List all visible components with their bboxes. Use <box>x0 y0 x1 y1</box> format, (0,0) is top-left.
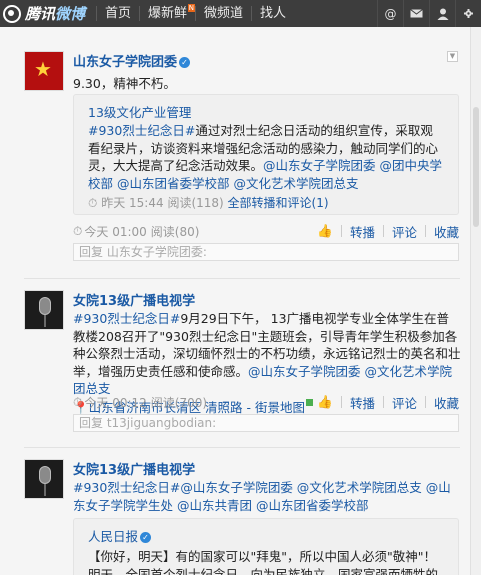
nav-home[interactable]: 首页 <box>97 0 139 27</box>
like-icon[interactable]: 👍 <box>309 223 341 239</box>
reply-input[interactable]: 回复 山东女子学院团委: <box>73 243 459 261</box>
post-time: 今天 00:12 <box>84 395 147 410</box>
nav-hot-new[interactable]: 爆新鲜 N <box>140 0 196 27</box>
repost-button[interactable]: 转播 <box>342 222 383 241</box>
avatar[interactable] <box>24 459 64 499</box>
tencent-weibo-logo[interactable]: 腾讯微博 <box>0 0 96 27</box>
post-text: 9.30，精神不朽。 <box>73 76 176 91</box>
new-badge: N <box>187 4 196 12</box>
all-reposts-link[interactable]: 全部转播和评论(1) <box>228 196 329 210</box>
repost-box: 人民日报 ✓ 【你好，明天】有的国家可以"拜鬼"，所以中国人必须"敬神"！明天，全… <box>73 518 459 575</box>
like-icon[interactable]: 👍 <box>309 394 341 410</box>
repost-author[interactable]: 人民日报 <box>88 529 138 544</box>
mail-icon[interactable] <box>403 0 429 27</box>
logo-text-weibo: 微博 <box>55 5 86 23</box>
hashtag-link[interactable]: #930烈士纪念日# <box>73 311 180 326</box>
timeline: ▼ 山东女子学院团委✓ 9.30，精神不朽。 13级文化产业管理 #930烈士纪… <box>0 27 470 575</box>
repost-read-count: 阅读(118) <box>167 196 224 210</box>
author-name[interactable]: 山东女子学院团委 <box>73 55 177 70</box>
favorite-button[interactable]: 收藏 <box>426 393 459 412</box>
top-navigation-bar: 腾讯微博 首页 爆新鲜 N 微频道 找人 @ <box>0 0 481 27</box>
user-icon[interactable] <box>429 0 455 27</box>
logo-text-tencent: 腾讯 <box>25 5 56 23</box>
verified-icon: ✓ <box>140 532 152 543</box>
comment-button[interactable]: 评论 <box>384 222 425 241</box>
author-name[interactable]: 女院13级广播电视学 <box>73 294 195 309</box>
settings-icon[interactable] <box>455 0 481 27</box>
nav-channels[interactable]: 微频道 <box>196 0 251 27</box>
repost-box: 13级文化产业管理 #930烈士纪念日#通过对烈士纪念日活动的组织宣传，采取观看… <box>73 94 459 215</box>
read-count: 阅读(80) <box>150 224 200 239</box>
hashtag-link[interactable]: #930烈士纪念日# <box>88 123 195 138</box>
clock-icon: ⏱ <box>88 196 98 210</box>
post-time: 今天 01:00 <box>84 224 147 239</box>
post-divider <box>24 447 460 448</box>
main-nav: 首页 爆新鲜 N 微频道 找人 <box>96 0 294 27</box>
favorite-button[interactable]: 收藏 <box>426 222 459 241</box>
post-actions: ⏱ 今天 00:12 阅读(700) 👍 转播 评论 收藏 <box>73 393 459 411</box>
repost-meta: ⏱ 昨天 15:44 阅读(118) 全部转播和评论(1) <box>88 194 444 211</box>
post-actions: ⏱ 今天 01:00 阅读(80) 👍 转播 评论 收藏 <box>73 222 459 240</box>
scrollbar-thumb[interactable] <box>473 107 479 227</box>
clock-icon: ⏱ <box>73 223 83 238</box>
clock-icon: ⏱ <box>73 394 83 409</box>
reply-input[interactable]: 回复 t13jiguangbodian: <box>73 414 459 432</box>
avatar[interactable] <box>24 51 64 91</box>
repost-time: 昨天 15:44 <box>101 196 164 210</box>
repost-button[interactable]: 转播 <box>342 393 383 412</box>
post-divider <box>24 278 460 279</box>
repost-author[interactable]: 13级文化产业管理 <box>88 105 191 120</box>
comment-button[interactable]: 评论 <box>384 393 425 412</box>
microphone-icon <box>39 466 51 484</box>
tencent-logo-icon <box>3 4 21 23</box>
verified-icon: ✓ <box>179 57 191 68</box>
top-right-icons: @ <box>377 0 481 27</box>
avatar[interactable] <box>24 290 64 330</box>
mention-icon[interactable]: @ <box>377 0 403 27</box>
microphone-icon <box>39 297 51 315</box>
read-count: 阅读(700) <box>150 395 208 410</box>
author-name[interactable]: 女院13级广播电视学 <box>73 463 195 478</box>
repost-text: 【你好，明天】有的国家可以"拜鬼"，所以中国人必须"敬神"！明天，全国首个烈士纪… <box>88 549 439 575</box>
scrollbar[interactable] <box>470 27 481 575</box>
hashtag-link[interactable]: #930烈士纪念日# <box>73 480 180 495</box>
nav-find-people[interactable]: 找人 <box>252 0 294 27</box>
